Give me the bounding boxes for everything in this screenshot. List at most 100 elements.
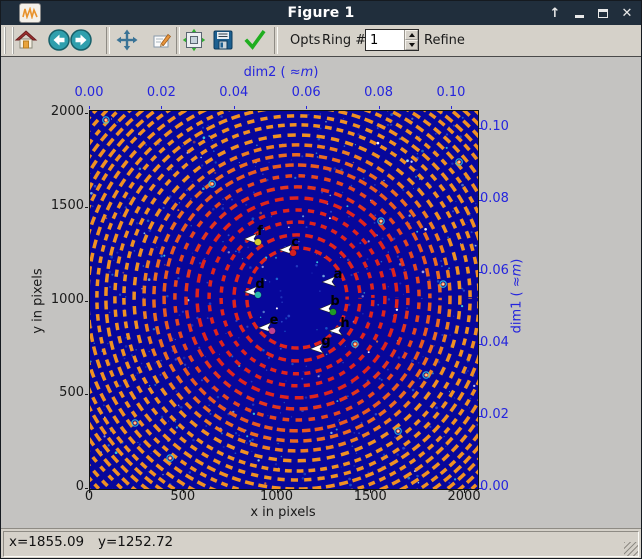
- forward-icon: [69, 28, 93, 52]
- noise-speckle: [445, 446, 446, 447]
- noise-speckle: [137, 372, 139, 374]
- noise-speckle: [275, 257, 277, 259]
- noise-speckle: [119, 385, 121, 387]
- statusbar: x=1855.09 y=1252.72: [1, 528, 641, 559]
- save-button[interactable]: [211, 28, 235, 52]
- noise-speckle: [268, 357, 270, 359]
- top-tick: [379, 106, 380, 109]
- noise-speckle: [249, 266, 252, 269]
- noise-speckle: [305, 226, 307, 228]
- noise-speckle: [447, 236, 449, 238]
- noise-speckle: [421, 150, 424, 153]
- noise-speckle: [116, 252, 118, 254]
- shade-button[interactable]: ↑: [547, 5, 563, 21]
- noise-speckle: [213, 150, 215, 152]
- noise-speckle: [175, 390, 177, 392]
- noise-speckle: [168, 421, 169, 422]
- resize-grip[interactable]: [624, 542, 638, 556]
- spin-down-button[interactable]: [405, 40, 418, 50]
- top-tick: [161, 106, 162, 109]
- hot-spot: [134, 422, 136, 424]
- noise-speckle: [418, 482, 420, 484]
- titlebar: Figure 1 ↑ ✕: [1, 1, 641, 25]
- noise-speckle: [145, 144, 147, 146]
- noise-speckle: [301, 155, 303, 157]
- spin-up-button[interactable]: [405, 30, 418, 40]
- noise-speckle: [143, 297, 144, 298]
- noise-speckle: [424, 228, 427, 231]
- close-button[interactable]: ✕: [619, 5, 635, 21]
- right-tick-label: 0.06: [480, 263, 509, 278]
- forward-button[interactable]: [69, 28, 93, 52]
- noise-speckle: [262, 266, 264, 268]
- noise-speckle: [202, 127, 204, 129]
- noise-speckle: [316, 329, 317, 330]
- noise-speckle: [382, 238, 384, 240]
- noise-speckle: [242, 258, 243, 259]
- noise-speckle: [454, 478, 456, 480]
- noise-speckle: [320, 127, 322, 129]
- noise-speckle: [182, 145, 184, 147]
- noise-speckle: [125, 296, 127, 298]
- ring-number-input[interactable]: [366, 30, 404, 50]
- noise-speckle: [399, 282, 401, 284]
- noise-speckle: [136, 222, 139, 225]
- noise-speckle: [390, 124, 392, 126]
- apply-button[interactable]: [243, 28, 267, 52]
- control-point-label: a: [334, 267, 343, 282]
- pan-button[interactable]: [115, 28, 139, 52]
- noise-speckle: [389, 268, 391, 270]
- noise-speckle: [339, 419, 340, 420]
- noise-speckle: [143, 232, 145, 234]
- hot-spot: [105, 119, 107, 121]
- noise-speckle: [149, 488, 150, 489]
- right-tick-label: 0.02: [480, 407, 509, 422]
- noise-speckle: [223, 204, 224, 205]
- noise-speckle: [125, 345, 128, 348]
- toolbar-drag-handle[interactable]: [4, 27, 14, 54]
- noise-speckle: [252, 217, 255, 220]
- ring-number-spinbox[interactable]: [365, 29, 419, 51]
- noise-speckle: [238, 251, 241, 254]
- noise-speckle: [325, 327, 328, 330]
- y-tick-label: 500: [1, 385, 84, 400]
- noise-speckle: [252, 403, 254, 405]
- right-tick: [479, 128, 482, 129]
- x-tick: [277, 490, 278, 493]
- noise-speckle: [416, 475, 418, 477]
- noise-speckle: [419, 377, 421, 379]
- edit-button[interactable]: [149, 28, 173, 52]
- noise-speckle: [473, 385, 475, 387]
- noise-speckle: [330, 432, 332, 434]
- maximize-button[interactable]: [595, 5, 611, 21]
- top-tick: [451, 106, 452, 109]
- noise-speckle: [471, 231, 473, 233]
- y-tick-label: 1500: [1, 198, 84, 213]
- hot-spot: [169, 457, 171, 459]
- right-tick: [479, 416, 482, 417]
- noise-speckle: [119, 294, 121, 296]
- top-tick-label: 0.04: [219, 85, 248, 100]
- refine-button[interactable]: Refine: [424, 25, 465, 56]
- noise-speckle: [355, 144, 356, 145]
- control-point-label: g: [321, 334, 330, 349]
- home-button[interactable]: [14, 28, 38, 52]
- plot-area[interactable]: abcdefgh: [89, 110, 479, 490]
- back-button[interactable]: [47, 28, 71, 52]
- noise-speckle: [120, 212, 121, 213]
- noise-speckle: [404, 448, 406, 450]
- top-tick: [234, 106, 235, 109]
- noise-speckle: [220, 115, 223, 118]
- noise-speckle: [222, 207, 225, 210]
- noise-speckle: [175, 421, 176, 422]
- minimize-button[interactable]: [571, 5, 587, 21]
- noise-speckle: [329, 217, 331, 219]
- noise-speckle: [411, 118, 413, 120]
- subplots-button[interactable]: [182, 28, 206, 52]
- noise-speckle: [359, 242, 361, 244]
- hot-spot: [397, 430, 399, 432]
- noise-speckle: [338, 420, 340, 422]
- opts-button[interactable]: Opts: [290, 25, 320, 56]
- noise-speckle: [277, 443, 279, 445]
- noise-speckle: [251, 381, 253, 383]
